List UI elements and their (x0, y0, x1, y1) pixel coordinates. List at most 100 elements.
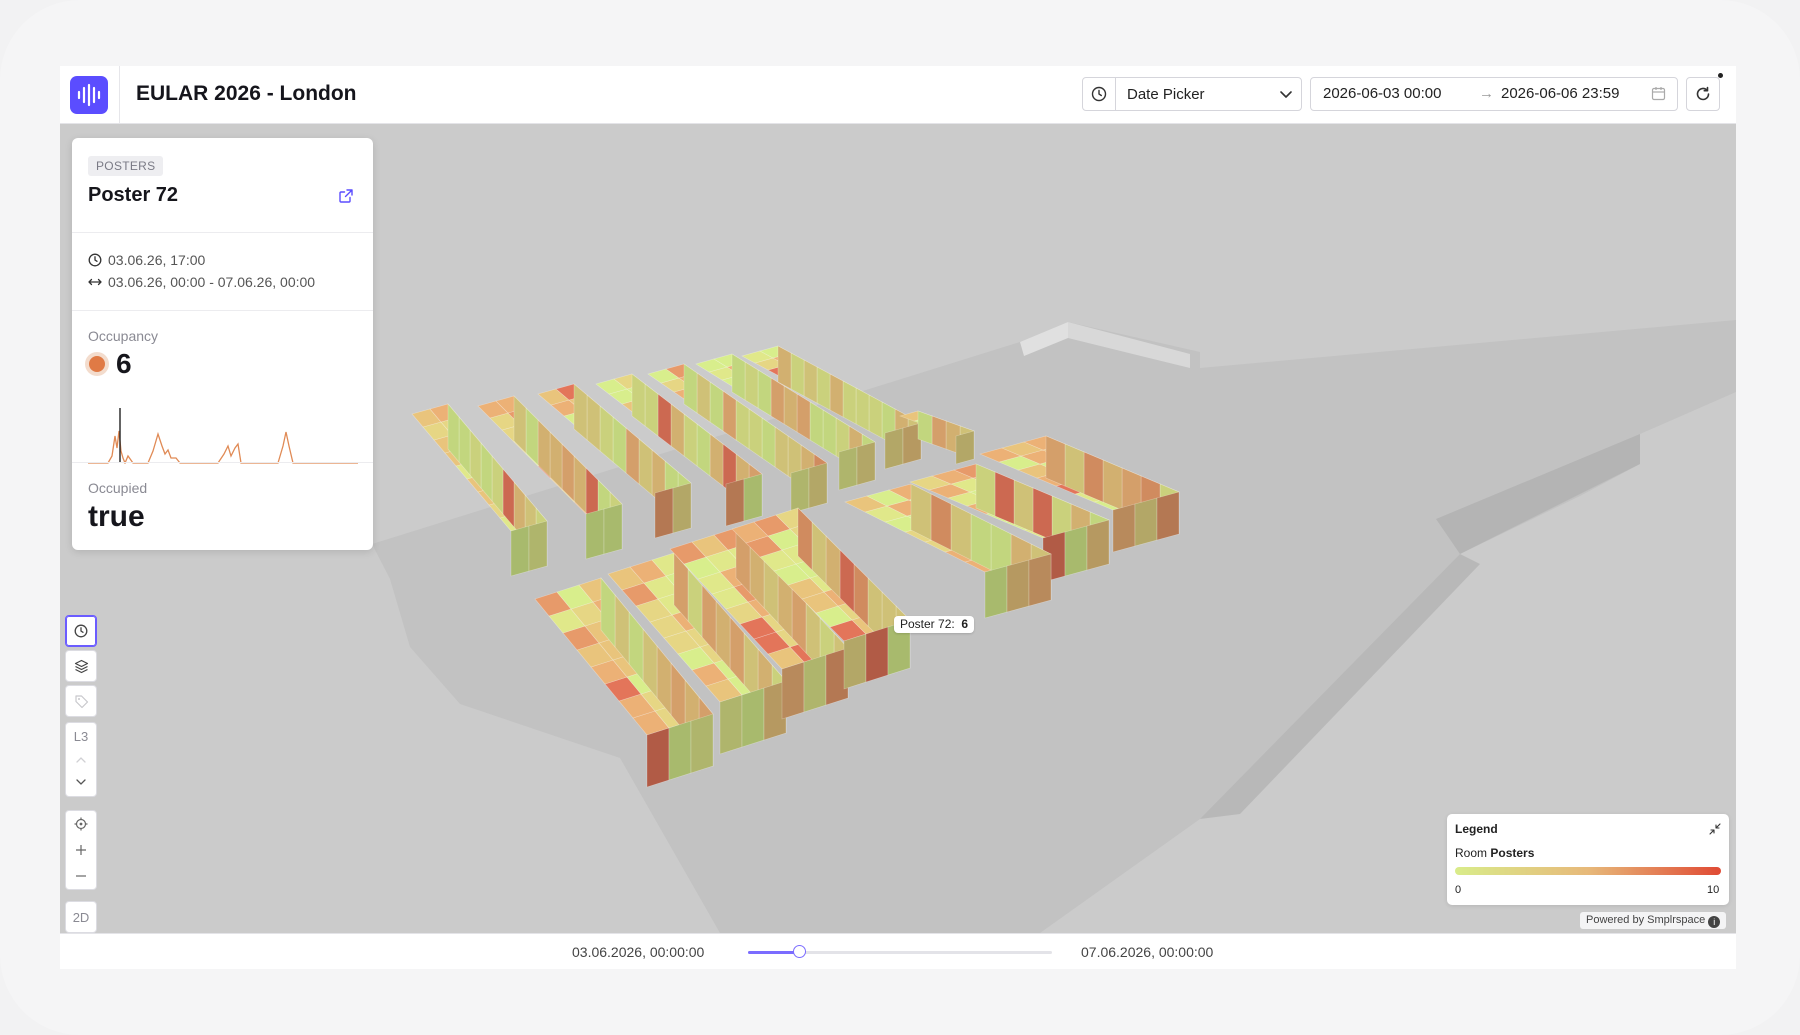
poster-cell-end[interactable] (984, 565, 1008, 619)
poster-cell-side[interactable] (722, 390, 737, 441)
poster-cell-side[interactable] (612, 416, 627, 474)
calendar-icon[interactable] (1651, 86, 1666, 105)
poster-cell-end[interactable] (654, 487, 674, 539)
poster-cell-end[interactable] (1134, 497, 1158, 547)
poster-cell-end[interactable] (741, 687, 765, 748)
poster-cell-end[interactable] (1086, 519, 1110, 571)
poster-cell-end[interactable] (1006, 559, 1030, 613)
level-label[interactable]: L3 (66, 723, 96, 749)
poster-cell-end[interactable] (743, 473, 763, 522)
poster-cell-end[interactable] (803, 654, 827, 713)
poster-cell-side[interactable] (748, 408, 763, 459)
poster-cell-side[interactable] (829, 373, 844, 418)
poster-cell-end[interactable] (690, 713, 714, 774)
poster-cell-side[interactable] (709, 381, 724, 432)
poster-cell-side[interactable] (790, 352, 805, 397)
refresh-button[interactable] (1686, 77, 1720, 111)
poster-cell-end[interactable] (603, 503, 623, 555)
poster-cell-side[interactable] (842, 380, 857, 425)
poster-cell-side[interactable] (683, 363, 698, 414)
poster-cell-side[interactable] (735, 399, 750, 450)
poster-cell-side[interactable] (599, 405, 614, 463)
poster-cell-side[interactable] (950, 503, 972, 561)
zoom-in-button[interactable] (66, 837, 96, 863)
poster-cell-side[interactable] (1013, 479, 1034, 533)
poster-cell-side[interactable] (774, 426, 789, 477)
soundwave-logo-icon[interactable] (70, 76, 108, 114)
poster-cell-side[interactable] (910, 483, 932, 541)
poster-cell-side[interactable] (917, 410, 933, 445)
level-up-button[interactable] (66, 749, 96, 771)
poster-cell-side[interactable] (1102, 459, 1123, 511)
poster-cell-side[interactable] (970, 513, 992, 571)
poster-cell-side[interactable] (513, 395, 527, 454)
poster-cell-side[interactable] (761, 417, 776, 468)
poster-cell-side[interactable] (822, 409, 837, 457)
zoom-out-button[interactable] (66, 863, 96, 889)
poster-cell-side[interactable] (796, 393, 811, 441)
poster-cell-end[interactable] (790, 467, 810, 514)
poster-cell-end[interactable] (865, 626, 889, 683)
poster-cell-side[interactable] (1083, 451, 1104, 503)
tag-button[interactable] (65, 685, 97, 717)
poster-cell-end[interactable] (528, 520, 548, 572)
poster-cell-side[interactable] (549, 431, 563, 490)
poster-cell-side[interactable] (537, 419, 551, 478)
poster-cell-side[interactable] (816, 366, 831, 411)
poster-cell-end[interactable] (646, 727, 670, 788)
info-icon[interactable]: i (1708, 916, 1721, 928)
time-mode-button[interactable] (65, 615, 97, 647)
poster-cell-side[interactable] (803, 359, 818, 404)
external-link-icon[interactable] (338, 188, 354, 209)
poster-cell-side[interactable] (770, 377, 785, 425)
poster-cell-side[interactable] (1032, 487, 1053, 541)
poster-cell-end[interactable] (843, 633, 867, 690)
poster-cell-end[interactable] (1064, 525, 1088, 577)
level-down-button[interactable] (66, 771, 96, 793)
poster-cell-end[interactable] (1028, 553, 1052, 607)
poster-cell-side[interactable] (1045, 435, 1066, 487)
poster-cell-side[interactable] (783, 385, 798, 433)
poster-cell-end[interactable] (725, 478, 745, 527)
poster-cell-side[interactable] (657, 393, 672, 447)
poster-cell-side[interactable] (809, 401, 824, 449)
timeline-slider-thumb[interactable] (793, 945, 807, 958)
poster-cell-end[interactable] (585, 508, 605, 560)
poster-cell-side[interactable] (757, 369, 772, 417)
poster-cell-end[interactable] (781, 661, 805, 720)
poster-cell-side[interactable] (573, 383, 588, 441)
poster-cell-side[interactable] (1064, 443, 1085, 495)
date-picker-select[interactable]: Date Picker (1082, 77, 1302, 111)
poster-cell-side[interactable] (931, 415, 947, 450)
poster-cell-side[interactable] (644, 383, 659, 437)
poster-cell-side[interactable] (855, 387, 870, 432)
collapse-icon[interactable] (1709, 822, 1721, 840)
poster-cell-side[interactable] (975, 463, 996, 517)
poster-cell-side[interactable] (930, 493, 952, 551)
recenter-button[interactable] (66, 811, 96, 837)
poster-cell-side[interactable] (631, 373, 646, 427)
poster-cell-end[interactable] (672, 482, 692, 534)
date-range-input[interactable]: 2026-06-03 00:00 → 2026-06-06 23:59 (1310, 77, 1678, 111)
poster-cell-side[interactable] (525, 407, 539, 466)
poster-cell-side[interactable] (777, 345, 792, 390)
layers-button[interactable] (65, 650, 97, 682)
poster-cell-side[interactable] (696, 372, 711, 423)
view-mode-toggle[interactable]: 2D (65, 901, 97, 933)
poster-cell-end[interactable] (884, 427, 904, 470)
poster-cell-side[interactable] (731, 353, 746, 401)
poster-cell-end[interactable] (719, 694, 743, 755)
poster-cell-end[interactable] (955, 430, 975, 465)
poster-cell-side[interactable] (670, 403, 685, 457)
poster-cell-end[interactable] (510, 525, 530, 577)
poster-cell-side[interactable] (586, 394, 601, 452)
poster-cell-end[interactable] (668, 720, 692, 781)
poster-cell-end[interactable] (808, 462, 828, 509)
poster-cell-end[interactable] (856, 441, 876, 486)
poster-cell-end[interactable] (1156, 491, 1180, 541)
poster-cell-side[interactable] (744, 361, 759, 409)
poster-cell-end[interactable] (838, 446, 858, 491)
poster-cell-side[interactable] (994, 471, 1015, 525)
poster-cell-end[interactable] (1112, 503, 1136, 553)
powered-by-badge[interactable]: Powered by Smplrspace i (1580, 912, 1727, 929)
